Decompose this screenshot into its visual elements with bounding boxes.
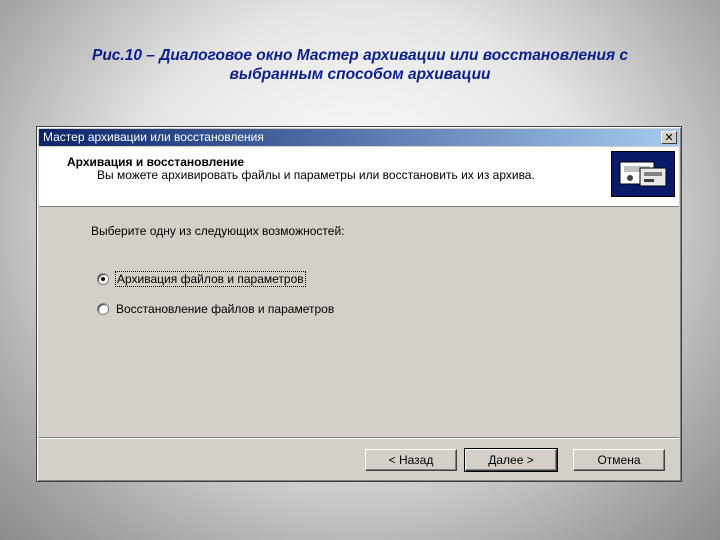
- header-description: Вы можете архивировать файлы и параметры…: [97, 168, 535, 182]
- caption-line-2: выбранным способом архивации: [229, 66, 491, 83]
- restore-option-label[interactable]: Восстановление файлов и параметров: [115, 302, 335, 316]
- next-button[interactable]: Далее >: [464, 448, 558, 472]
- cancel-button[interactable]: Отмена: [573, 449, 665, 471]
- wizard-header: Архивация и восстановление Вы можете арх…: [39, 147, 679, 207]
- footer-divider: [39, 437, 679, 439]
- caption-line-1: Рис.10 – Диалоговое окно Мастер архиваци…: [91, 47, 628, 64]
- dialog-title-bar[interactable]: Мастер архивации или восстановления ✕: [39, 129, 679, 146]
- option-restore[interactable]: Восстановление файлов и параметров: [97, 301, 335, 317]
- close-icon: ✕: [664, 131, 674, 144]
- wizard-dialog: Мастер архивации или восстановления ✕ Ар…: [36, 126, 682, 482]
- backup-radio[interactable]: [97, 273, 109, 285]
- back-button[interactable]: < Назад: [365, 449, 457, 471]
- options-prompt: Выберите одну из следующих возможностей:: [91, 224, 345, 238]
- dialog-title: Мастер архивации или восстановления: [43, 130, 264, 144]
- backup-option-label[interactable]: Архивация файлов и параметров: [115, 271, 306, 287]
- close-button[interactable]: ✕: [661, 131, 677, 144]
- restore-radio[interactable]: [97, 303, 109, 315]
- backup-wizard-icon: [611, 151, 675, 197]
- option-backup[interactable]: Архивация файлов и параметров: [97, 271, 306, 287]
- header-title: Архивация и восстановление: [67, 155, 245, 169]
- slide-caption: Рис.10 – Диалоговое окно Мастер архиваци…: [20, 46, 700, 84]
